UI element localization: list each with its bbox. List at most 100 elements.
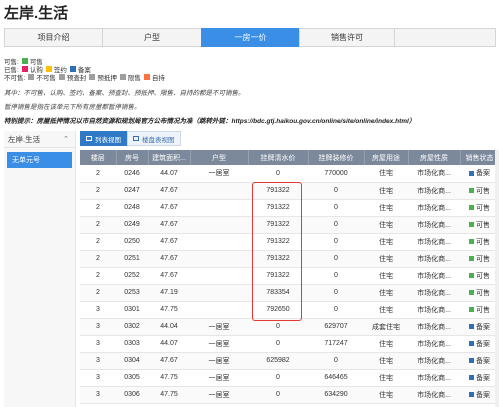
table-row[interactable]: 3 0305 47.75 一居室 0 646465 住宅 市场化商... 备案 (80, 369, 499, 387)
status-text: 备案 (476, 170, 490, 178)
table-row[interactable]: 2 0246 44.07 一居室 0 770000 住宅 市场化商... 备案 (80, 165, 499, 183)
cell-nature: 市场化商... (408, 165, 460, 183)
status-text: 备案 (476, 391, 490, 399)
cell-floor: 2 (80, 165, 116, 183)
tab-one-house-one-price[interactable]: 一房一价 (201, 28, 300, 47)
cell-bare-price: 791322 (248, 199, 308, 217)
cell-usage: 住宅 (364, 301, 408, 319)
status-dot-icon (469, 307, 474, 312)
horizontal-overflow-edge (495, 150, 499, 407)
col-area[interactable]: 建筑面积... (148, 150, 191, 165)
cell-layout: 一居室 (190, 165, 248, 183)
cell-usage: 住宅 (364, 386, 408, 404)
cell-status: 备案 (460, 335, 499, 353)
col-furnished-price[interactable]: 挂牌装修价 (308, 150, 365, 165)
status-text: 备案 (476, 357, 490, 365)
legend-swatch-zi-chi (143, 74, 150, 80)
col-room-no[interactable]: 房号 (116, 150, 149, 165)
col-status[interactable]: 销售状态 (460, 150, 499, 165)
cell-furnished-price: 0 (308, 267, 364, 285)
legend-yu-di-ya: 预抵押 (97, 75, 117, 82)
cell-furnished-price: 0 (308, 352, 364, 370)
table-header-row: 楼层 房号 建筑面积... 户型 挂牌清水价 挂牌装修价 房屋用途 房屋性质 销… (80, 150, 499, 165)
cell-floor: 2 (80, 233, 116, 251)
table-row[interactable]: 3 0304 47.67 一居室 625982 0 住宅 市场化商... 备案 (80, 352, 499, 370)
cell-nature: 市场化商... (408, 369, 460, 387)
cell-layout: 一居室 (190, 369, 248, 387)
cell-nature: 市场化商... (408, 182, 460, 200)
cell-usage: 成套住宅 (364, 318, 408, 336)
sidebar-item-no-unit[interactable]: 无单元号 (7, 152, 72, 168)
table-row[interactable]: 3 0303 44.07 一居室 0 717247 住宅 市场化商... 备案 (80, 335, 499, 353)
col-usage[interactable]: 房屋用途 (364, 150, 409, 165)
table-row[interactable]: 3 0302 44.04 一居室 0 629707 成套住宅 市场化商... 备案 (80, 318, 499, 336)
cell-status: 可售 (460, 233, 499, 251)
cell-status: 可售 (460, 250, 499, 268)
cell-usage: 住宅 (364, 352, 408, 370)
cell-area: 47.67 (148, 182, 190, 200)
status-badge: 可售 (469, 254, 490, 264)
tab-sales-permit[interactable]: 销售许可 (299, 28, 395, 47)
legend-unsellable-label: 不可售: (4, 75, 26, 82)
col-bare-price[interactable]: 挂牌清水价 (248, 150, 309, 165)
cell-status: 可售 (460, 301, 499, 319)
cell-nature: 市场化商... (408, 199, 460, 217)
status-text: 可售 (476, 187, 490, 195)
cell-floor: 3 (80, 335, 116, 353)
table-row[interactable]: 2 0250 47.67 791322 0 住宅 市场化商... 可售 (80, 233, 499, 251)
status-text: 备案 (476, 323, 490, 331)
note-mortgage-link[interactable]: 特别提示：房屋抵押情况以市自然资源和规划局官方公布情况为准（跳转外链：https… (4, 115, 415, 125)
cell-floor: 2 (80, 284, 116, 302)
tab-unit-type[interactable]: 户型 (102, 28, 202, 47)
table-row[interactable]: 2 0251 47.67 791322 0 住宅 市场化商... 可售 (80, 250, 499, 268)
cell-area: 47.75 (148, 386, 190, 404)
cell-bare-price: 791322 (248, 250, 308, 268)
sidebar-header[interactable]: 左岸.生活 ⌃ (4, 131, 75, 148)
cell-area: 47.67 (148, 199, 190, 217)
cell-area: 47.67 (148, 233, 190, 251)
table-row[interactable]: 3 0301 47.75 792650 0 住宅 市场化商... 可售 (80, 301, 499, 319)
cell-room-no: 0248 (116, 199, 148, 217)
col-layout[interactable]: 户型 (190, 150, 249, 165)
status-badge: 可售 (469, 220, 490, 230)
table-row[interactable]: 2 0247 47.67 791322 0 住宅 市场化商... 可售 (80, 182, 499, 200)
status-badge: 备案 (469, 168, 490, 178)
table-row[interactable]: 2 0252 47.67 791322 0 住宅 市场化商... 可售 (80, 267, 499, 285)
table-row[interactable]: 2 0249 47.67 791322 0 住宅 市场化商... 可售 (80, 216, 499, 234)
cell-nature: 市场化商... (408, 284, 460, 302)
status-dot-icon (469, 256, 474, 261)
sidebar-header-label: 左岸.生活 (8, 134, 41, 144)
status-badge: 备案 (469, 356, 490, 366)
status-text: 备案 (476, 374, 490, 382)
table-row[interactable]: 2 0248 47.67 791322 0 住宅 市场化商... 可售 (80, 199, 499, 217)
cell-nature: 市场化商... (408, 352, 460, 370)
status-badge: 可售 (469, 271, 490, 281)
cell-furnished-price: 717247 (308, 335, 364, 353)
tab-bar: 项目介绍 户型 一房一价 销售许可 (4, 28, 499, 47)
cell-area: 44.07 (148, 165, 190, 183)
col-nature[interactable]: 房屋性质 (408, 150, 461, 165)
table-row[interactable]: 3 0306 47.75 一居室 0 634290 住宅 市场化商... 备案 (80, 386, 499, 404)
status-badge: 备案 (469, 390, 490, 400)
table-body: 2 0246 44.07 一居室 0 770000 住宅 市场化商... 备案 2 0247 47.6… (80, 165, 499, 404)
grid-view-label: 楼盘表视图 (142, 136, 175, 144)
cell-nature: 市场化商... (408, 301, 460, 319)
cell-furnished-price: 770000 (308, 165, 364, 183)
cell-bare-price: 791322 (248, 182, 308, 200)
cell-floor: 3 (80, 352, 116, 370)
list-view-button[interactable]: 列表视图 (80, 131, 127, 146)
cell-layout (190, 267, 248, 285)
status-badge: 可售 (469, 288, 490, 298)
col-floor[interactable]: 楼层 (80, 150, 117, 165)
legend-swatch-yu-di-ya (89, 74, 96, 80)
cell-furnished-price: 629707 (308, 318, 364, 336)
tab-project-intro[interactable]: 项目介绍 (4, 28, 103, 47)
cell-usage: 住宅 (364, 165, 408, 183)
status-dot-icon (469, 290, 474, 295)
grid-view-button[interactable]: 楼盘表视图 (127, 131, 181, 146)
legend-swatch-bu-ke-shou (28, 74, 35, 80)
status-badge: 可售 (469, 203, 490, 213)
cell-nature: 市场化商... (408, 250, 460, 268)
table-row[interactable]: 2 0253 47.19 783354 0 住宅 市场化商... 可售 (80, 284, 499, 302)
cell-area: 47.67 (148, 250, 190, 268)
